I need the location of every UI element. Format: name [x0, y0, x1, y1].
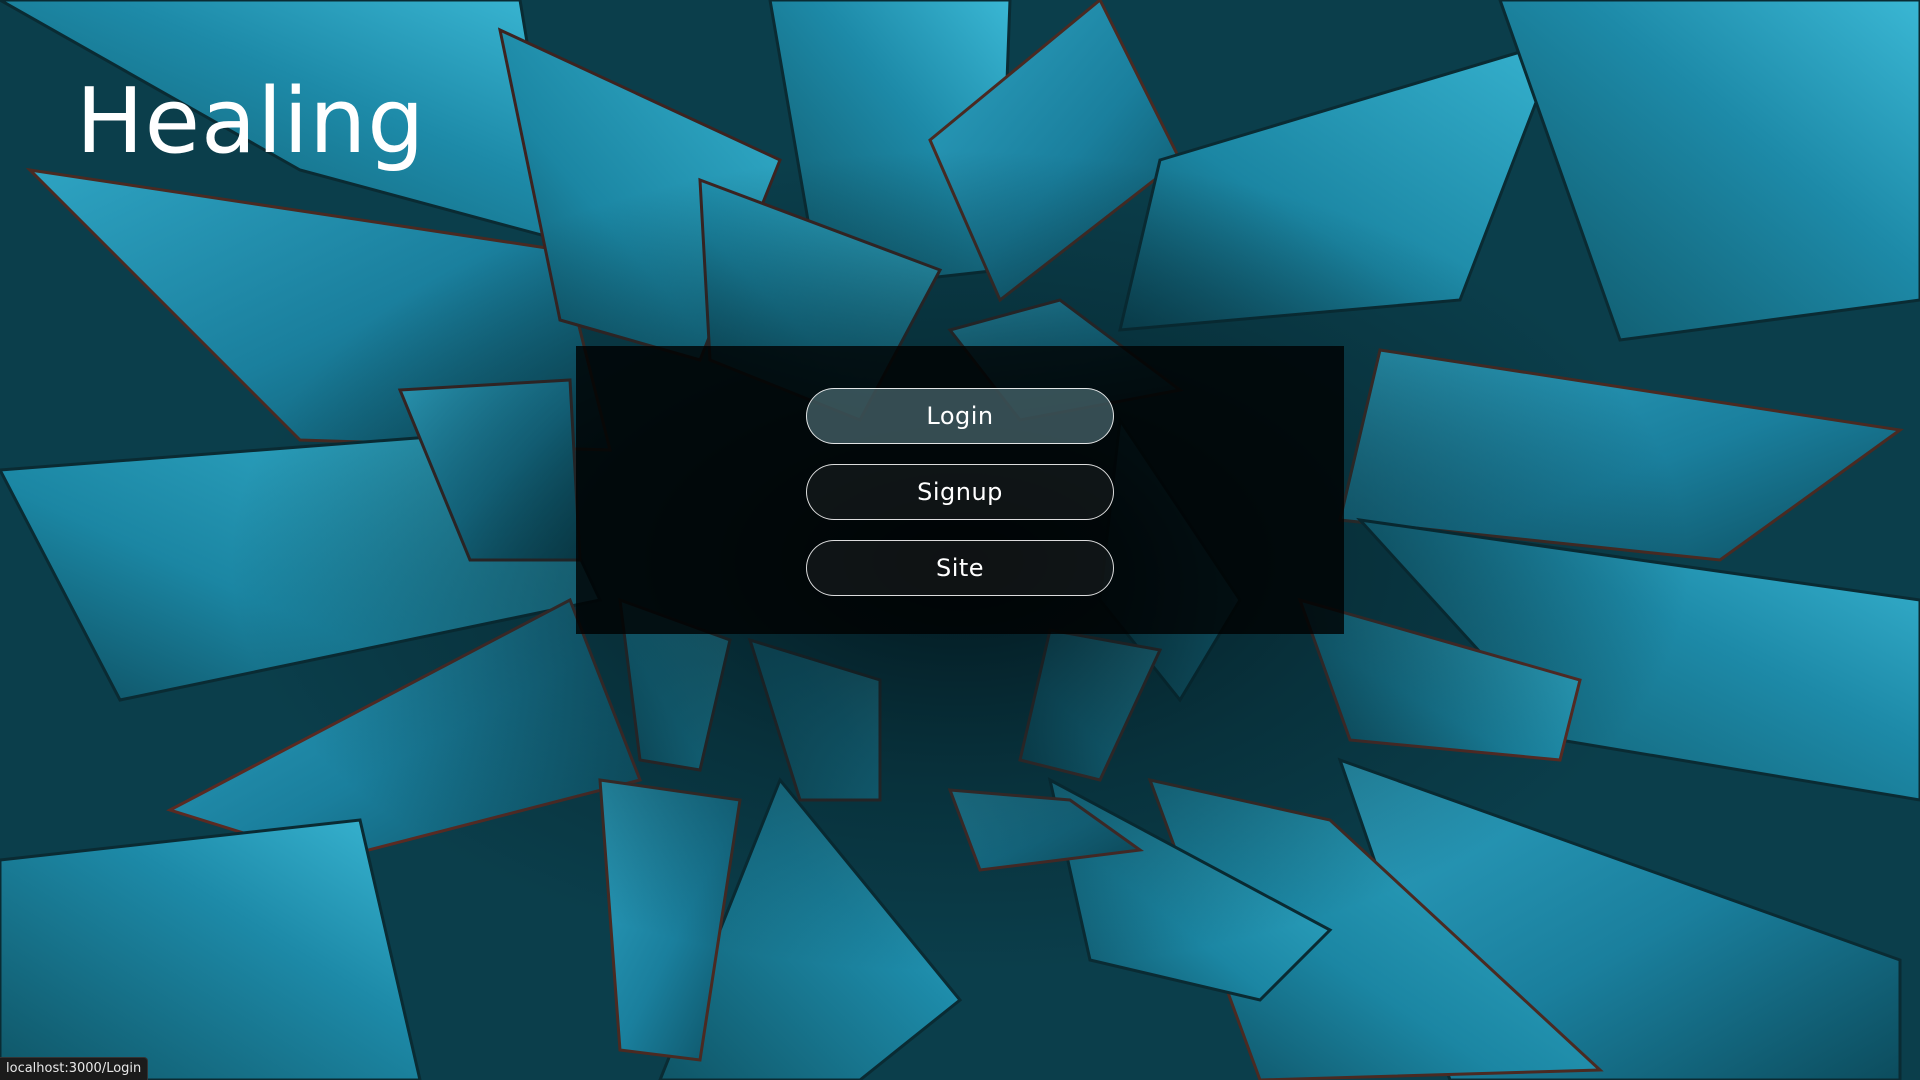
app-brand-title: Healing	[76, 69, 426, 174]
auth-menu-panel: Login Signup Site	[576, 346, 1344, 634]
status-bar-url: localhost:3000/Login	[0, 1057, 149, 1080]
signup-button[interactable]: Signup	[806, 464, 1114, 520]
site-button[interactable]: Site	[806, 540, 1114, 596]
login-button[interactable]: Login	[806, 388, 1114, 444]
login-page: Healing Login Signup Site localhost:3000…	[0, 0, 1920, 1080]
